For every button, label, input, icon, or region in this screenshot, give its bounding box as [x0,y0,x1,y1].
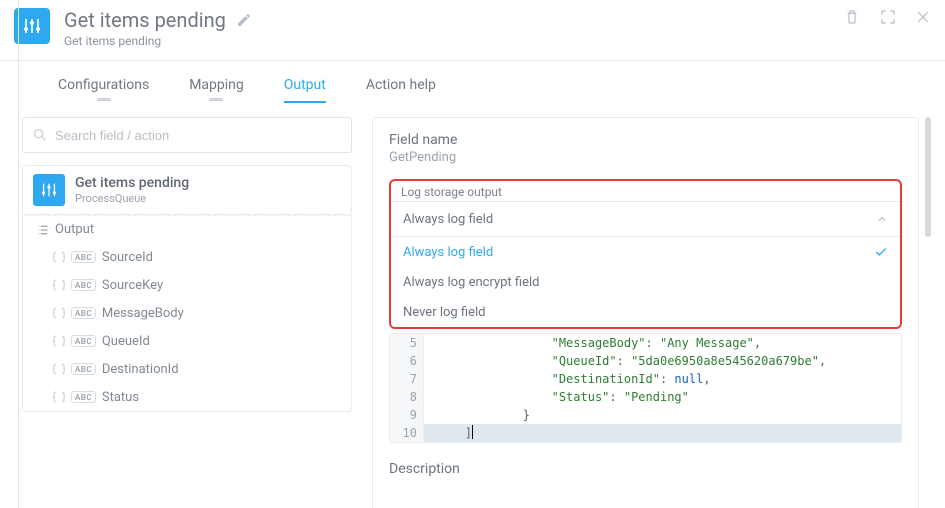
tree-branch: ABC SourceId ABC SourceKey ABC MessageBo… [23,243,351,411]
log-storage-options: Always log field Always log encrypt fiel… [391,237,900,327]
code-text: "DestinationId": null, [424,370,901,388]
log-option-label: Always log field [403,245,493,260]
object-icon [53,363,65,375]
tab-output[interactable]: Output [284,71,326,103]
tree-item[interactable]: ABC QueueId [23,327,351,355]
log-option[interactable]: Never log field [391,297,900,327]
code-line[interactable]: 7 "DestinationId": null, [390,370,901,388]
object-icon [53,391,65,403]
code-line[interactable]: 6 "QueueId": "5da0e6950a8e545620a679be", [390,352,901,370]
type-badge: ABC [71,251,96,263]
log-storage-select[interactable]: Always log field [391,201,900,237]
field-label: QueueId [102,334,343,349]
log-option[interactable]: Always log encrypt field [391,267,900,297]
tree-item[interactable]: ABC DestinationId [23,355,351,383]
log-option-label: Never log field [403,305,486,320]
log-storage-selected: Always log field [403,212,493,227]
scrollbar-thumb[interactable] [925,117,931,237]
gutter: 7 [390,370,424,388]
gutter: 8 [390,388,424,406]
page-subtitle: Get items pending [64,34,843,48]
code-editor[interactable]: 5 "MessageBody": "Any Message",6 "QueueI… [389,333,902,443]
code-text: "MessageBody": "Any Message", [424,334,901,352]
chevron-up-icon [876,213,888,225]
list-icon [37,224,49,236]
tab-action-help[interactable]: Action help [366,71,436,103]
tree-item[interactable]: ABC SourceId [23,243,351,271]
tree-item[interactable]: ABC MessageBody [23,299,351,327]
log-option-label: Always log encrypt field [403,275,540,290]
code-line[interactable]: 9 } [390,406,901,424]
tree-root-label: Output [55,222,343,237]
field-label: SourceKey [102,278,343,293]
code-line[interactable]: 10 ] [390,424,901,442]
code-text: ] [424,424,901,442]
object-icon [53,307,65,319]
check-icon [874,245,888,259]
page-title: Get items pending [64,8,226,32]
body: Get items pending ProcessQueue Output AB… [0,103,945,508]
gutter: 5 [390,334,424,352]
log-storage-label: Log storage output [391,181,900,201]
gutter: 9 [390,406,424,424]
field-name-label: Field name [389,132,902,148]
object-icon [53,251,65,263]
tree-item[interactable]: ABC SourceKey [23,271,351,299]
module-icon-small [33,174,65,206]
code-text: "Status": "Pending" [424,388,901,406]
delete-icon[interactable] [843,8,861,26]
code-line[interactable]: 8 "Status": "Pending" [390,388,901,406]
type-badge: ABC [71,335,96,347]
right-panel: Field name GetPending Log storage output… [372,117,919,508]
field-name-value: GetPending [389,150,902,165]
code-text: "QueueId": "5da0e6950a8e545620a679be", [424,352,901,370]
page-header: Get items pending Get items pending [0,0,945,61]
scrollbar[interactable] [925,117,931,508]
search-input[interactable] [22,117,352,153]
module-icon [14,8,50,44]
gutter: 10 [390,424,424,442]
action-card[interactable]: Get items pending ProcessQueue [22,165,352,215]
description-label: Description [389,461,902,477]
log-option[interactable]: Always log field [391,237,900,267]
type-badge: ABC [71,279,96,291]
edit-title-icon[interactable] [236,12,252,28]
fullscreen-icon[interactable] [879,8,897,26]
tree-item[interactable]: ABC Status [23,383,351,411]
field-label: SourceId [102,250,343,265]
code-text: } [424,406,901,424]
header-actions [843,8,931,26]
type-badge: ABC [71,391,96,403]
type-badge: ABC [71,363,96,375]
page-root: Get items pending Get items pending Conf… [0,0,945,508]
gutter: 6 [390,352,424,370]
type-badge: ABC [71,307,96,319]
action-subtitle: ProcessQueue [75,192,189,205]
field-label: DestinationId [102,362,343,377]
search-wrap [22,117,352,153]
tab-configurations[interactable]: Configurations [58,71,149,103]
object-icon [53,335,65,347]
close-icon[interactable] [915,9,931,25]
tree-root[interactable]: Output [23,215,351,243]
code-line[interactable]: 5 "MessageBody": "Any Message", [390,334,901,352]
tab-mapping[interactable]: Mapping [189,71,244,103]
object-icon [53,279,65,291]
field-label: MessageBody [102,306,343,321]
field-label: Status [102,390,343,405]
right-panel-wrap: Field name GetPending Log storage output… [372,117,931,508]
output-tree: Output ABC SourceId ABC SourceKey [22,215,352,412]
log-storage-dropdown-card: Log storage output Always log field Alwa… [389,179,902,329]
search-icon [32,127,48,143]
action-title: Get items pending [75,175,189,191]
left-panel: Get items pending ProcessQueue Output AB… [22,117,352,508]
header-titles: Get items pending Get items pending [64,8,843,48]
tabs: Configurations Mapping Output Action hel… [0,61,945,103]
